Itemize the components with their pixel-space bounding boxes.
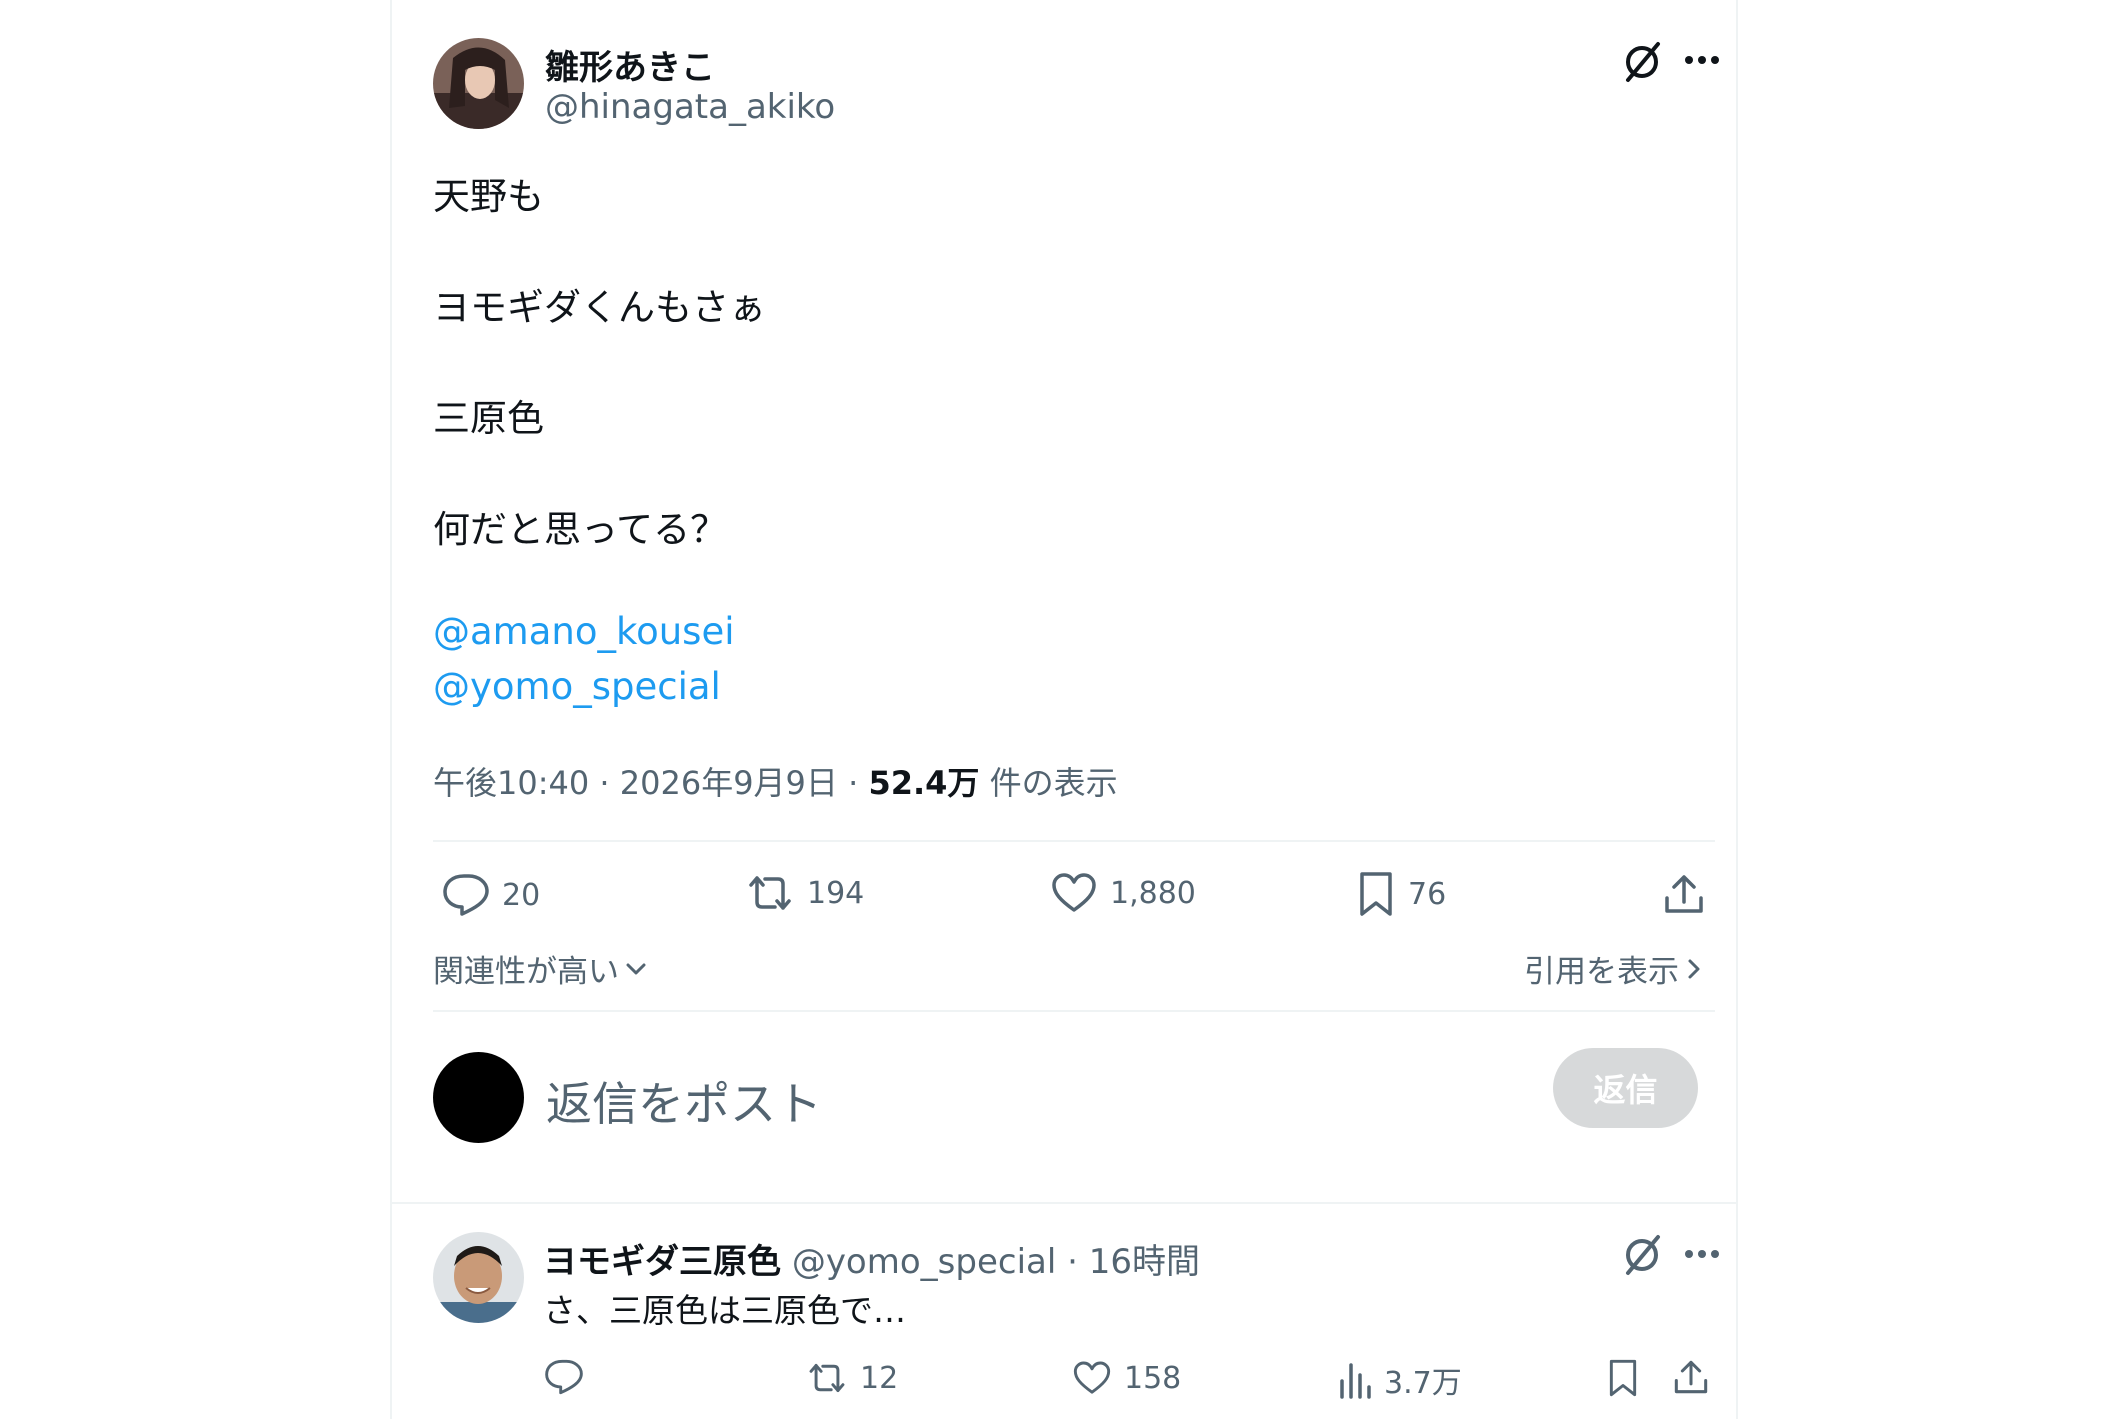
like-button[interactable]: 158 [1072,1360,1181,1396]
reply-submit-button[interactable]: 返信 [1553,1048,1698,1128]
user-handle[interactable]: @hinagata_akiko [545,87,835,127]
sort-dropdown[interactable]: 関連性が高い [433,946,647,991]
reply-count: 20 [502,877,541,913]
reply-button[interactable]: 20 [442,872,540,918]
chevron-down-icon [625,962,647,976]
repost-button[interactable]: 12 [806,1360,898,1396]
chevron-right-icon [1687,957,1701,981]
reply-icon [442,872,490,918]
post-text-line-3: 三原色 [433,397,544,440]
like-button[interactable]: 1,880 [1050,872,1196,914]
post-time[interactable]: 午後10:40 [433,764,589,802]
post-meta: 午後10:40 · 2026年9月9日 · 52.4万 件の表示 [433,758,1118,804]
post-text-line-2: ヨモギダくんもさぁ [433,286,766,329]
views-button[interactable]: 3.7万 [1338,1358,1462,1402]
more-icon[interactable] [1684,52,1720,68]
repost-count: 12 [860,1360,899,1396]
repost-button[interactable]: 194 [745,872,864,914]
views-count: 52.4万 [868,764,980,802]
share-icon[interactable] [1662,872,1706,916]
grok-icon[interactable] [1620,40,1664,84]
meta-separator: · [1067,1242,1078,1282]
views-count: 3.7万 [1384,1366,1462,1401]
divider [433,840,1715,842]
repost-icon [745,872,795,914]
like-icon [1072,1360,1112,1396]
views-icon [1338,1361,1372,1399]
share-icon[interactable] [1672,1358,1710,1396]
column-border-right [1736,0,1738,1419]
user-handle[interactable]: @yomo_special [792,1242,1056,1282]
display-name[interactable]: 雛形あきこ [545,40,715,89]
view-quotes-label: 引用を表示 [1524,954,1679,990]
more-icon[interactable] [1684,1246,1720,1262]
column-border-left [390,0,392,1419]
views-label: 件の表示 [989,764,1118,802]
divider [433,1010,1715,1012]
reply-icon [544,1358,584,1396]
repost-count: 194 [807,875,865,911]
post-text-line-4: 何だと思ってる？ [433,508,728,551]
reply-header: ヨモギダ三原色 @yomo_special · 16時間 [543,1234,1200,1283]
sort-label: 関連性が高い [433,954,619,990]
timeline-column [390,0,1736,1419]
bookmark-icon[interactable] [1606,1358,1640,1398]
like-count: 1,880 [1110,875,1196,911]
like-count: 158 [1124,1360,1182,1396]
divider [392,1202,1736,1204]
grok-icon[interactable] [1620,1233,1664,1277]
reply-button[interactable] [544,1358,584,1396]
like-icon [1050,872,1098,914]
avatar[interactable] [433,1232,524,1323]
mention-link[interactable]: @yomo_special [433,665,721,708]
reply-input[interactable]: 返信をポスト [546,1068,822,1134]
bookmark-icon [1356,870,1396,918]
avatar [433,1052,524,1143]
avatar[interactable] [433,38,524,129]
mention-link[interactable]: @amano_kousei [433,610,735,653]
view-quotes-link[interactable]: 引用を表示 [1524,946,1701,991]
bookmark-count: 76 [1408,876,1447,912]
repost-icon [806,1360,848,1396]
post-text-line-1: 天野も [433,175,544,218]
meta-separator: · [599,764,610,802]
bookmark-button[interactable]: 76 [1356,870,1446,918]
post-time[interactable]: 16時間 [1089,1242,1200,1282]
meta-separator: · [848,764,859,802]
reply-text: さ、三原色は三原色で… [543,1291,906,1330]
display-name[interactable]: ヨモギダ三原色 [543,1242,781,1282]
post-date[interactable]: 2026年9月9日 [620,764,838,802]
